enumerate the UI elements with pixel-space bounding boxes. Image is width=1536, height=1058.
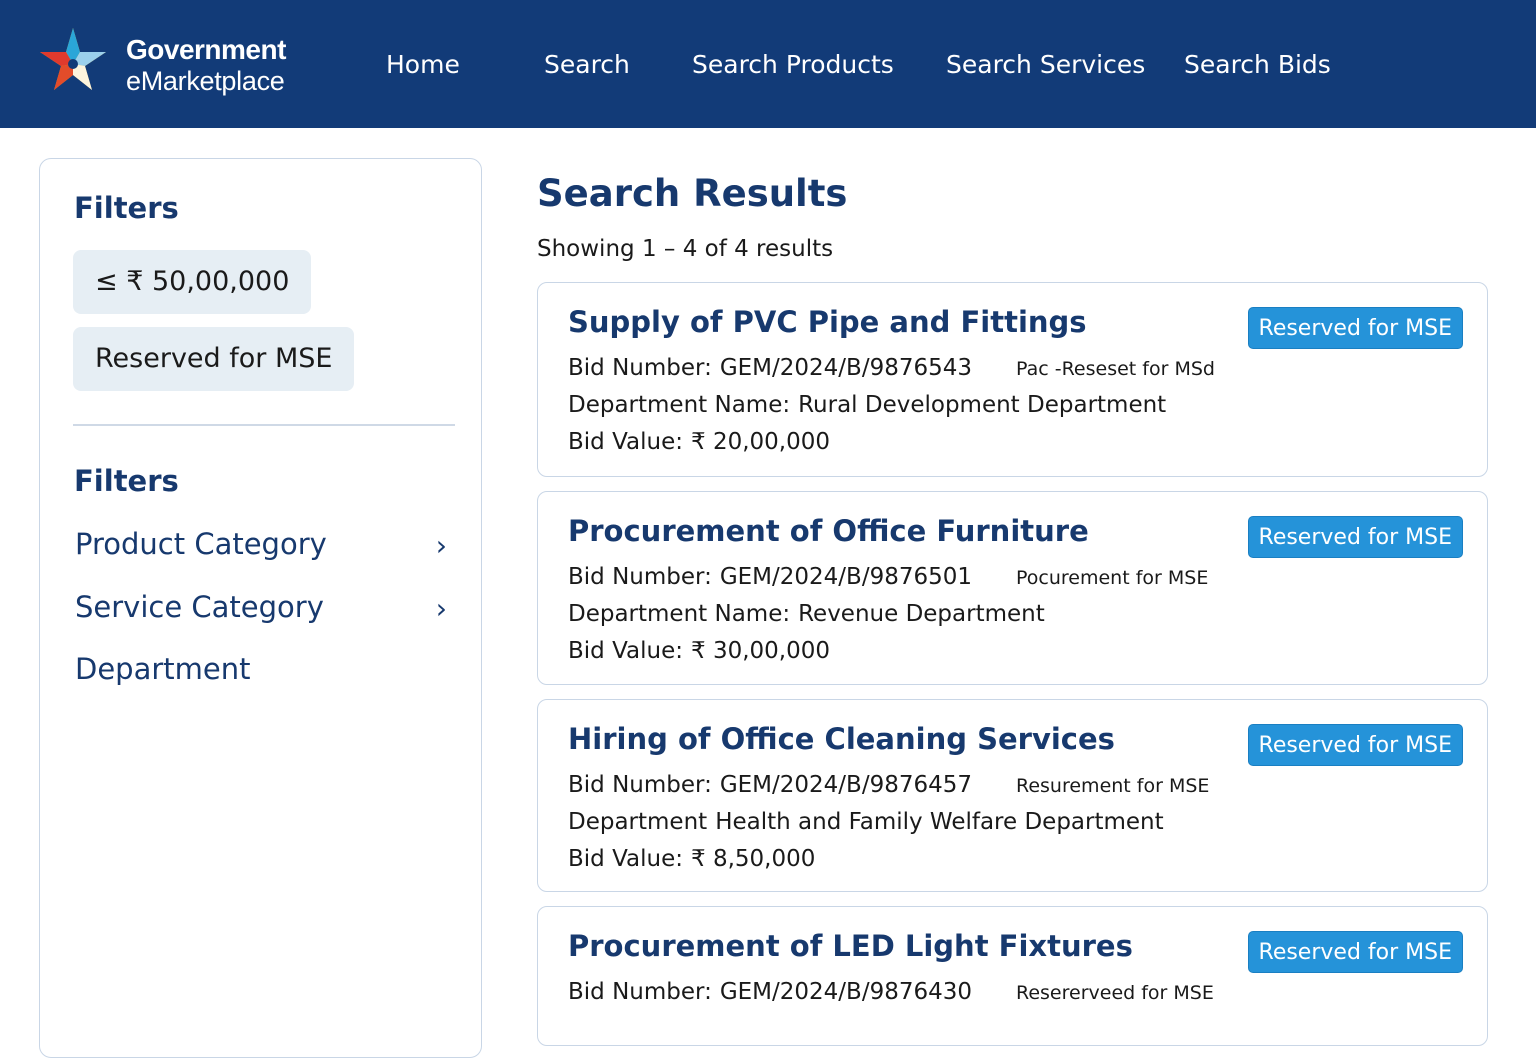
bid-value-row: Bid Value: ₹ 8,50,000 <box>568 846 815 872</box>
department-value: Health and Family Welfare Department <box>715 809 1164 835</box>
result-card[interactable]: Supply of PVC Pipe and Fittings Reserved… <box>537 282 1488 477</box>
bid-value-label: Bid Value: <box>568 429 683 455</box>
filter-product-category-label: Product Category <box>75 527 327 561</box>
bid-number-row: Bid Number: GEM/2024/B/9876430 <box>568 979 972 1005</box>
bid-number-label: Bid Number: <box>568 979 712 1005</box>
bid-value-row: Bid Value: ₹ 30,00,000 <box>568 638 830 664</box>
department-label: Department Name: <box>568 601 791 627</box>
filter-chip-bid-value[interactable]: ≤ ₹ 50,00,000 <box>73 250 312 314</box>
bid-number-value: GEM/2024/B/9876501 <box>719 564 973 590</box>
filter-service-category[interactable]: Service Category › <box>75 590 447 625</box>
logo-wordmark: Government eMarketplace <box>126 34 286 96</box>
department-label: Department Name: <box>568 392 791 418</box>
bid-value-amount: ₹ 8,50,000 <box>691 846 816 872</box>
logo-line-1: Government <box>126 34 286 65</box>
bid-number-value: GEM/2024/B/9876543 <box>719 355 973 381</box>
bid-number-row: Bid Number: GEM/2024/B/9876501 <box>568 564 972 590</box>
reservation-note: Resurement for MSE <box>1016 775 1210 797</box>
nav-search-products[interactable]: Search Products <box>692 50 894 79</box>
reservation-note: Pocurement for MSE <box>1016 567 1209 589</box>
chevron-right-icon: › <box>435 592 447 625</box>
bid-value-row: Bid Value: ₹ 20,00,000 <box>568 429 830 455</box>
result-card[interactable]: Procurement of LED Light Fixtures Reserv… <box>537 906 1488 1046</box>
result-title[interactable]: Procurement of LED Light Fixtures <box>568 929 1133 963</box>
nav-search-services[interactable]: Search Services <box>946 50 1145 79</box>
bid-value-label: Bid Value: <box>568 846 683 872</box>
page-title: Search Results <box>537 172 848 215</box>
bid-number-row: Bid Number: GEM/2024/B/9876543 <box>568 355 972 381</box>
bid-value-amount: ₹ 20,00,000 <box>691 429 830 455</box>
department-row: Department Health and Family Welfare Depa… <box>568 809 1164 835</box>
filters-heading: Filters <box>74 191 179 225</box>
filter-product-category[interactable]: Product Category › <box>75 527 447 562</box>
nav-home[interactable]: Home <box>386 50 460 79</box>
result-title[interactable]: Supply of PVC Pipe and Fittings <box>568 305 1087 339</box>
result-card[interactable]: Hiring of Office Cleaning Services Reser… <box>537 699 1488 892</box>
mse-badge[interactable]: Reserved for MSE <box>1247 724 1463 766</box>
results-count: Showing 1 – 4 of 4 results <box>537 236 834 262</box>
bid-number-label: Bid Number: <box>568 355 712 381</box>
department-label: Department <box>568 809 708 835</box>
bid-number-row: Bid Number: GEM/2024/B/9876457 <box>568 772 972 798</box>
department-row: Department Name: Rural Development Depart… <box>568 392 1166 418</box>
mse-badge[interactable]: Reserved for MSE <box>1247 516 1463 558</box>
department-row: Department Name: Revenue Department <box>568 601 1045 627</box>
bid-value-amount: ₹ 30,00,000 <box>691 638 830 664</box>
result-title[interactable]: Procurement of Office Furniture <box>568 514 1089 548</box>
logo-line-2: eMarketplace <box>126 66 285 96</box>
filter-department[interactable]: Department <box>75 652 447 686</box>
filter-chip-mse[interactable]: Reserved for MSE <box>73 327 355 391</box>
result-card[interactable]: Procurement of Office Furniture Reserved… <box>537 491 1488 685</box>
filter-service-category-label: Service Category <box>75 590 324 624</box>
chevron-right-icon: › <box>435 529 447 562</box>
department-value: Revenue Department <box>798 601 1045 627</box>
bid-number-label: Bid Number: <box>568 772 712 798</box>
nav-search[interactable]: Search <box>544 50 630 79</box>
department-value: Rural Development Department <box>798 392 1167 418</box>
reservation-note: Pac -Reseset for MSd <box>1016 358 1215 380</box>
result-title[interactable]: Hiring of Office Cleaning Services <box>568 722 1115 756</box>
filters-sidebar: Filters ≤ ₹ 50,00,000 Reserved for MSE F… <box>39 158 482 1058</box>
filter-department-label: Department <box>75 652 251 686</box>
bid-value-label: Bid Value: <box>568 638 683 664</box>
bid-number-label: Bid Number: <box>568 564 712 590</box>
bid-number-value: GEM/2024/B/9876457 <box>719 772 973 798</box>
sidebar-divider <box>73 424 455 426</box>
nav-search-bids[interactable]: Search Bids <box>1184 50 1331 79</box>
bid-number-value: GEM/2024/B/9876430 <box>719 979 973 1005</box>
mse-badge[interactable]: Reserved for MSE <box>1247 931 1463 973</box>
gem-logo[interactable]: Government eMarketplace <box>40 26 310 104</box>
gem-star-icon <box>40 28 106 90</box>
top-nav-bar: Government eMarketplace Home Search Sear… <box>0 0 1536 128</box>
reservation-note: Resererveed for MSE <box>1016 982 1214 1004</box>
filters-heading-secondary: Filters <box>74 464 179 498</box>
mse-badge[interactable]: Reserved for MSE <box>1247 307 1463 349</box>
